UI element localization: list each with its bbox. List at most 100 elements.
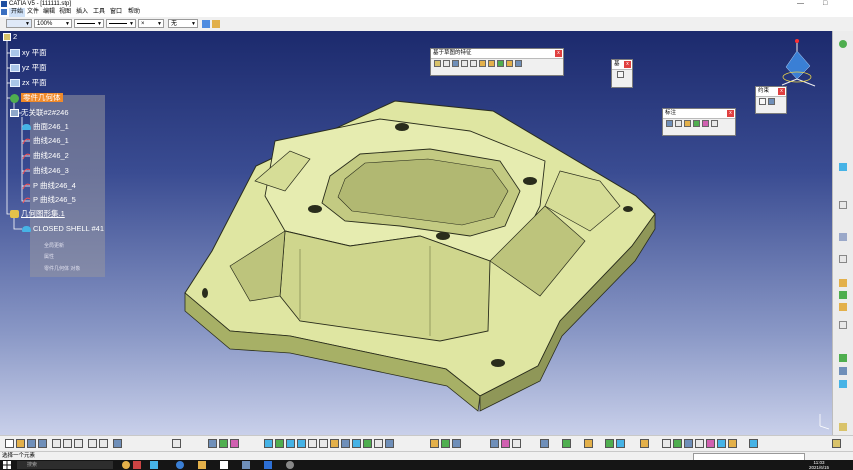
iso-view-icon[interactable] bbox=[352, 439, 361, 448]
tree-node-pcurve[interactable]: P 曲线246_4 bbox=[22, 181, 76, 191]
stiffener-icon[interactable] bbox=[497, 60, 504, 67]
color-select[interactable]: ▼ bbox=[6, 19, 32, 28]
menu-insert[interactable]: 插入 bbox=[76, 8, 88, 17]
publish-icon[interactable] bbox=[584, 439, 593, 448]
tree-node-yz-plane[interactable]: yz 平面 bbox=[10, 63, 47, 73]
fly-mode-icon[interactable] bbox=[264, 439, 273, 448]
copy-icon[interactable] bbox=[63, 439, 72, 448]
menu-window[interactable]: 窗口 bbox=[110, 8, 122, 17]
maximize-button[interactable]: □ bbox=[823, 0, 827, 8]
chamfer-icon[interactable] bbox=[839, 291, 847, 299]
normal-view-icon[interactable] bbox=[330, 439, 339, 448]
scale-icon[interactable] bbox=[839, 380, 847, 388]
transform-icon[interactable] bbox=[839, 233, 847, 241]
tree-root[interactable]: 2 bbox=[3, 32, 17, 42]
taskbar-app-icon[interactable] bbox=[122, 461, 130, 469]
menu-view[interactable]: 视图 bbox=[59, 8, 71, 17]
file-explorer-icon[interactable] bbox=[198, 461, 206, 469]
cut-icon[interactable] bbox=[52, 439, 61, 448]
context-menu-item[interactable]: 零件几何体 对象 bbox=[44, 265, 80, 272]
snap-icon[interactable] bbox=[616, 439, 625, 448]
menu-help[interactable]: 帮助 bbox=[128, 8, 140, 17]
animation-icon[interactable] bbox=[717, 439, 726, 448]
tree-node-pcurve[interactable]: P 曲线246_5 bbox=[22, 195, 76, 205]
measure-icon[interactable] bbox=[839, 163, 847, 171]
shading-icon[interactable] bbox=[363, 439, 372, 448]
apply-material-icon[interactable] bbox=[839, 423, 847, 431]
zoom-out-icon[interactable] bbox=[319, 439, 328, 448]
taskbar-app-icon[interactable] bbox=[264, 461, 272, 469]
shell-icon[interactable] bbox=[839, 321, 847, 329]
measure-between-icon[interactable] bbox=[430, 439, 439, 448]
curvature-icon[interactable] bbox=[501, 439, 510, 448]
task-view-icon[interactable] bbox=[150, 461, 158, 469]
view-icon[interactable] bbox=[702, 120, 709, 127]
pad-icon[interactable] bbox=[434, 60, 441, 67]
taskbar-search[interactable]: 搜索 bbox=[17, 461, 113, 469]
tree-node-curve[interactable]: 曲线246_2 bbox=[22, 151, 69, 161]
close-icon[interactable]: x bbox=[624, 61, 631, 68]
axis-icon[interactable] bbox=[219, 439, 228, 448]
menu-start[interactable]: 开始 bbox=[9, 8, 26, 17]
point-style-select[interactable]: × ▼ bbox=[138, 19, 164, 28]
thread-analysis-icon[interactable] bbox=[512, 439, 521, 448]
tree-node-body[interactable]: 无关联#2#246 bbox=[10, 108, 69, 118]
tree-node-geometric-set[interactable]: 几何图形集.1 bbox=[10, 209, 65, 219]
new-icon[interactable] bbox=[5, 439, 14, 448]
tree-node-curve[interactable]: 曲线246_3 bbox=[22, 166, 69, 176]
mirror-icon[interactable] bbox=[839, 354, 847, 362]
swap-space-icon[interactable] bbox=[385, 439, 394, 448]
tree-node-part-body[interactable]: 零件几何体 bbox=[10, 93, 63, 103]
compass-icon[interactable] bbox=[781, 39, 816, 87]
slot-icon[interactable] bbox=[488, 60, 495, 67]
fit-all-icon[interactable] bbox=[275, 439, 284, 448]
pan-icon[interactable] bbox=[286, 439, 295, 448]
groove-icon[interactable] bbox=[461, 60, 468, 67]
save-icon[interactable] bbox=[27, 439, 36, 448]
tree-node-closed-shell[interactable]: CLOSED SHELL #41 bbox=[22, 224, 104, 234]
layer-select[interactable]: 无 ▼ bbox=[168, 19, 198, 28]
context-menu-item[interactable]: 全局更新 bbox=[44, 242, 64, 249]
scan-icon[interactable] bbox=[540, 439, 549, 448]
format-painter-icon[interactable] bbox=[202, 20, 210, 28]
print-icon[interactable] bbox=[38, 439, 47, 448]
apply-icon[interactable] bbox=[749, 439, 758, 448]
shaft-icon[interactable] bbox=[452, 60, 459, 67]
datum-icon[interactable] bbox=[693, 120, 700, 127]
flag-icon[interactable] bbox=[684, 120, 691, 127]
thickness-select[interactable]: ▼ bbox=[106, 19, 136, 28]
material-icon[interactable] bbox=[832, 439, 841, 448]
undo-icon[interactable] bbox=[88, 439, 97, 448]
tree-node-surface[interactable]: 曲面246_1 bbox=[22, 122, 69, 132]
taskbar-app-icon[interactable] bbox=[242, 461, 250, 469]
transparency-select[interactable]: 100% ▼ bbox=[34, 19, 72, 28]
pocket-icon[interactable] bbox=[443, 60, 450, 67]
tree-node-curve[interactable]: 曲线246_1 bbox=[22, 136, 69, 146]
3d-viewport[interactable]: 全局更新 属性 零件几何体 对象 2 xy 平面 yz 平面 zx 平面 零件几… bbox=[0, 31, 832, 435]
close-icon[interactable]: x bbox=[778, 88, 785, 95]
define-work-object-icon[interactable] bbox=[562, 439, 571, 448]
text-icon[interactable] bbox=[675, 120, 682, 127]
fix-icon[interactable] bbox=[768, 98, 775, 105]
stickers-icon[interactable] bbox=[728, 439, 737, 448]
fillet-icon[interactable] bbox=[839, 279, 847, 287]
catalog-icon[interactable] bbox=[230, 439, 239, 448]
menu-file[interactable]: 文件 bbox=[27, 8, 39, 17]
menu-edit[interactable]: 编辑 bbox=[43, 8, 55, 17]
paint-icon[interactable] bbox=[640, 439, 649, 448]
hole-icon[interactable] bbox=[470, 60, 477, 67]
tree-node-zx-plane[interactable]: zx 平面 bbox=[10, 78, 47, 88]
camera-icon[interactable] bbox=[695, 439, 704, 448]
create-multi-view-icon[interactable] bbox=[341, 439, 350, 448]
paste-icon[interactable] bbox=[74, 439, 83, 448]
line-icon[interactable] bbox=[839, 255, 847, 263]
capture-icon[interactable] bbox=[711, 120, 718, 127]
linetype-select[interactable]: ▼ bbox=[74, 19, 104, 28]
whats-this-icon[interactable] bbox=[113, 439, 122, 448]
minimize-button[interactable]: — bbox=[797, 0, 804, 8]
catia-taskbar-icon[interactable] bbox=[220, 461, 228, 469]
dimension-icon[interactable] bbox=[666, 120, 673, 127]
light-icon[interactable] bbox=[684, 439, 693, 448]
measure-item-icon[interactable] bbox=[441, 439, 450, 448]
graphic-properties-icon[interactable] bbox=[212, 20, 220, 28]
